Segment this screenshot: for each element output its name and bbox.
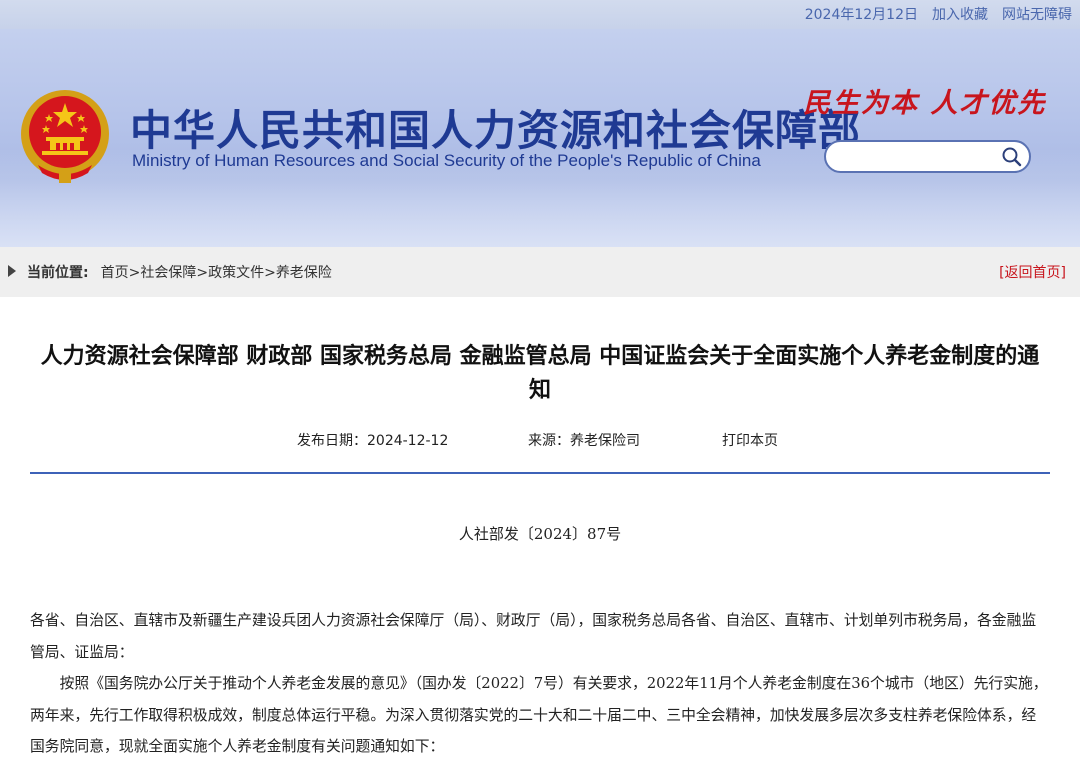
breadcrumb-separator: > <box>128 265 141 281</box>
search-box <box>824 140 1031 173</box>
breadcrumb-separator: > <box>264 265 276 281</box>
article-source: 来源：养老保险司 <box>528 433 640 449</box>
breadcrumb-separator: > <box>196 265 209 281</box>
national-emblem-icon <box>21 90 109 183</box>
top-links: 2024年12月12日 加入收藏 网站无障碍 <box>805 4 1072 24</box>
article-body: 各省、自治区、直辖市及新疆生产建设兵团人力资源社会保障厅（局）、财政厅（局），国… <box>30 605 1050 763</box>
breadcrumb-policy-documents[interactable]: 政策文件 <box>208 265 264 281</box>
breadcrumb-bar: 当前位置: 首页>社会保障>政策文件>养老保险 [返回首页] <box>0 247 1080 297</box>
add-favorite-link[interactable]: 加入收藏 <box>932 4 988 24</box>
title-divider <box>30 472 1050 474</box>
top-utility-bar: 2024年12月12日 加入收藏 网站无障碍 <box>0 0 1080 29</box>
site-slogan: 民生为本 人才优先 <box>803 88 1047 119</box>
accessibility-link[interactable]: 网站无障碍 <box>1002 4 1072 24</box>
current-date: 2024年12月12日 <box>804 7 918 23</box>
breadcrumb-label: 当前位置: <box>27 265 89 281</box>
triangle-right-icon <box>8 265 16 277</box>
article-paragraph-intro: 按照《国务院办公厅关于推动个人养老金发展的意见》（国办发〔2022〕7号）有关要… <box>30 675 1048 755</box>
search-input[interactable] <box>836 146 996 168</box>
breadcrumb-home[interactable]: 首页 <box>101 265 129 281</box>
breadcrumb-social-security[interactable]: 社会保障 <box>140 265 196 281</box>
search-icon[interactable] <box>1001 146 1023 168</box>
site-title-chinese: 中华人民共和国人力资源和社会保障部 <box>130 106 862 155</box>
document-number: 人社部发〔2024〕87号 <box>458 525 622 543</box>
publish-date: 发布日期：2024-12-12 <box>297 433 449 449</box>
back-to-home-link[interactable]: [返回首页] <box>999 262 1066 282</box>
site-title-english: Ministry of Human Resources and Social S… <box>132 151 761 170</box>
breadcrumb-pension-insurance[interactable]: 养老保险 <box>276 265 332 281</box>
article-meta: 发布日期：2024-12-12 来源：养老保险司 打印本页 <box>0 430 1080 450</box>
article-paragraph-addressees: 各省、自治区、直辖市及新疆生产建设兵团人力资源社会保障厅（局）、财政厅（局），国… <box>30 612 1037 661</box>
print-page-link[interactable]: 打印本页 <box>722 430 778 450</box>
site-banner: 中华人民共和国人力资源和社会保障部 Ministry of Human Reso… <box>0 29 1080 247</box>
article-title: 人力资源社会保障部 财政部 国家税务总局 金融监管总局 中国证监会关于全面实施个… <box>40 344 1040 403</box>
breadcrumb: 当前位置: 首页>社会保障>政策文件>养老保险 <box>27 262 332 282</box>
